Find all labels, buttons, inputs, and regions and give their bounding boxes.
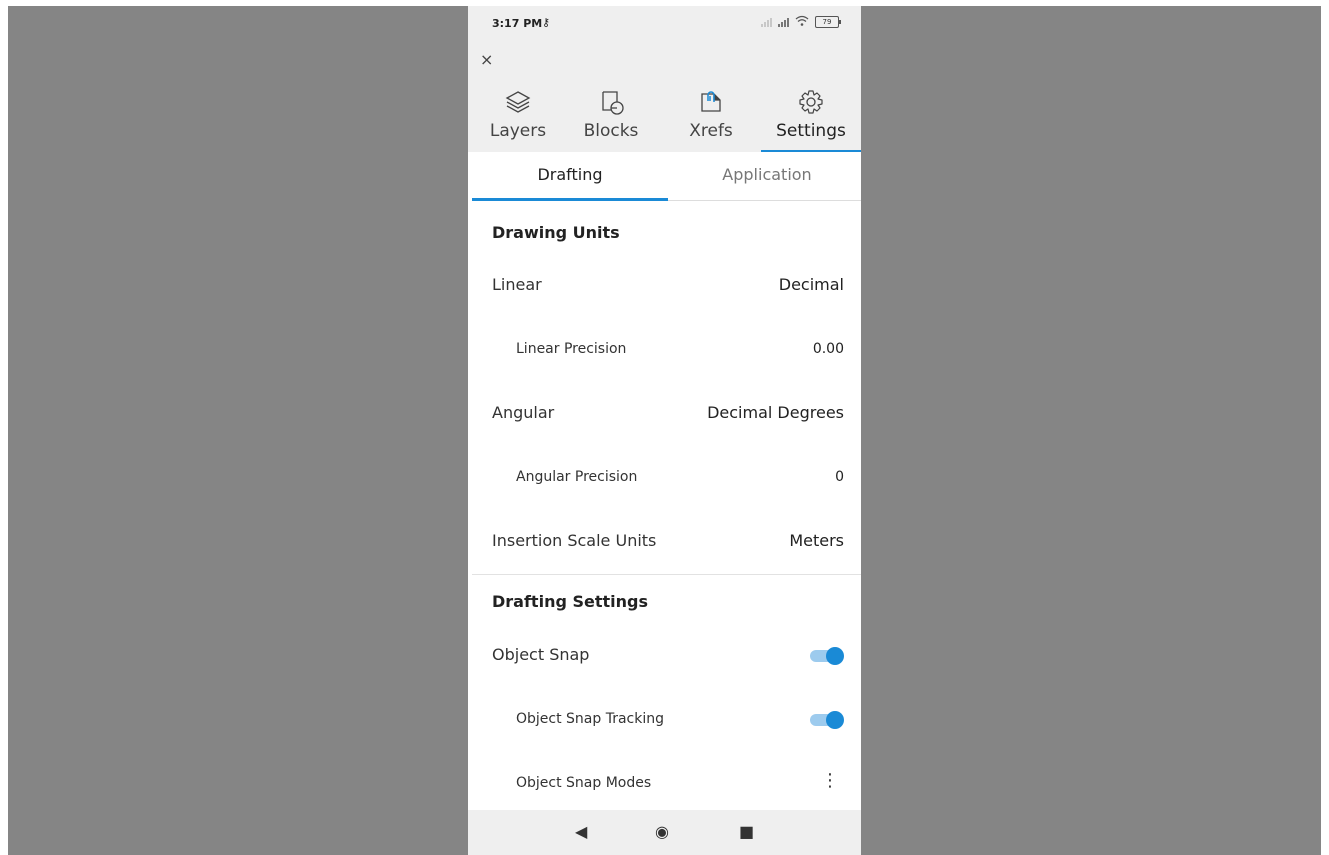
back-button[interactable]: ◀	[575, 822, 587, 841]
tab-application[interactable]: Application	[669, 152, 861, 200]
gear-icon	[799, 90, 823, 114]
tab-layers[interactable]: Layers	[468, 82, 568, 151]
phone-screen: 3:17 PM ⚷ 79 × Layers Blocks Xrefs Setti…	[468, 6, 861, 855]
section-divider	[472, 574, 861, 575]
blocks-icon	[602, 91, 624, 115]
setting-label: Linear Precision	[516, 341, 627, 357]
xrefs-icon	[701, 91, 721, 112]
more-vert-icon[interactable]: ⋮	[821, 772, 839, 790]
section-title-drafting-settings: Drafting Settings	[492, 592, 648, 611]
key-icon: ⚷	[542, 16, 551, 29]
setting-label: Linear	[492, 275, 542, 294]
setting-object-snap[interactable]: Object Snap	[472, 627, 861, 683]
setting-insertion-scale-units[interactable]: Insertion Scale Units Meters	[472, 513, 861, 569]
status-bar: 3:17 PM ⚷ 79	[468, 6, 861, 42]
status-indicators: 79	[761, 15, 841, 29]
setting-linear[interactable]: Linear Decimal	[472, 257, 861, 313]
status-time: 3:17 PM	[492, 17, 543, 30]
setting-angular-precision[interactable]: Angular Precision 0	[472, 449, 861, 505]
tab-label: Layers	[489, 121, 547, 141]
wifi-icon	[795, 15, 809, 29]
home-button[interactable]: ◉	[655, 822, 669, 841]
close-button[interactable]: ×	[480, 50, 493, 69]
tab-label: Settings	[776, 121, 846, 141]
subtab-bar: Drafting Application	[472, 152, 861, 201]
object-snap-toggle[interactable]	[810, 647, 844, 665]
android-nav-bar: ◀ ◉ ■	[468, 810, 861, 855]
object-snap-tracking-toggle[interactable]	[810, 711, 844, 729]
tab-xrefs[interactable]: Xrefs	[661, 82, 761, 151]
setting-value: 0.00	[812, 341, 844, 357]
tab-settings[interactable]: Settings	[761, 82, 861, 152]
tab-label: Xrefs	[689, 121, 733, 141]
setting-label: Object Snap	[492, 645, 590, 664]
tab-drafting[interactable]: Drafting	[472, 152, 668, 201]
recents-button[interactable]: ■	[739, 822, 754, 841]
setting-label: Object Snap Modes	[516, 775, 652, 791]
setting-label: Insertion Scale Units	[492, 531, 657, 550]
setting-value: Decimal Degrees	[707, 403, 844, 422]
setting-linear-precision[interactable]: Linear Precision 0.00	[472, 321, 861, 377]
setting-value: 0	[835, 469, 844, 485]
battery-icon: 79	[815, 16, 841, 28]
setting-label: Angular Precision	[516, 469, 638, 485]
setting-label: Object Snap Tracking	[516, 711, 665, 727]
panel-header: × Layers Blocks Xrefs Settings	[468, 42, 861, 152]
setting-object-snap-tracking[interactable]: Object Snap Tracking	[472, 691, 861, 747]
setting-value: Decimal	[778, 275, 844, 294]
tab-blocks[interactable]: Blocks	[561, 82, 661, 151]
setting-value: Meters	[789, 531, 844, 550]
toggle-knob	[826, 647, 844, 665]
setting-object-snap-modes[interactable]: Object Snap Modes ⋮	[472, 755, 861, 811]
toggle-knob	[826, 711, 844, 729]
layers-icon	[505, 91, 531, 113]
signal-icon	[778, 17, 789, 27]
tab-label: Blocks	[583, 121, 639, 141]
setting-angular[interactable]: Angular Decimal Degrees	[472, 385, 861, 441]
section-title-drawing-units: Drawing Units	[492, 223, 620, 242]
setting-label: Angular	[492, 403, 555, 422]
signal-icon	[761, 17, 772, 27]
